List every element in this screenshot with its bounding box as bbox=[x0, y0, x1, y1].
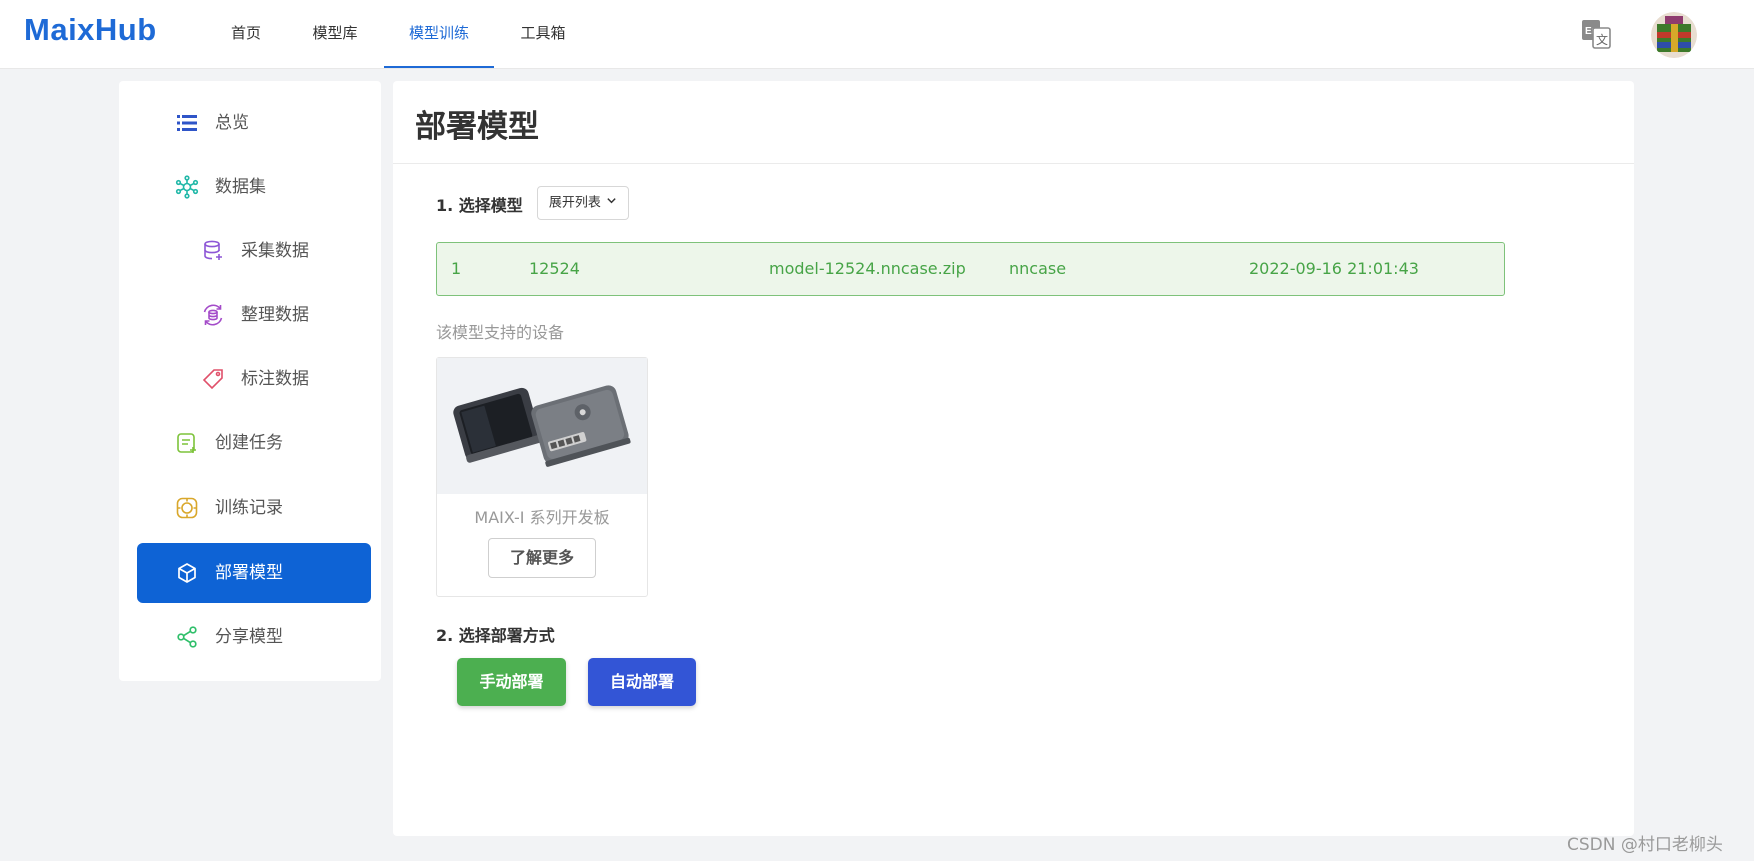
list-icon bbox=[175, 111, 199, 135]
device-card: MAIX-I 系列开发板 了解更多 bbox=[436, 357, 648, 597]
chevron-down-icon bbox=[606, 187, 617, 219]
nav-toolbox[interactable]: 工具箱 bbox=[515, 0, 571, 68]
nav-model-training[interactable]: 模型训练 bbox=[384, 0, 494, 68]
sidebar-item-label: 采集数据 bbox=[241, 241, 309, 261]
maixhub-logo[interactable]: MaixHub bbox=[24, 12, 157, 48]
sidebar-item-organize-data[interactable]: 整理数据 bbox=[137, 285, 371, 345]
page-title: 部署模型 bbox=[415, 109, 539, 145]
sidebar-item-label: 数据集 bbox=[215, 177, 266, 197]
sidebar-item-annotate-data[interactable]: 标注数据 bbox=[137, 349, 371, 409]
nav-model-library[interactable]: 模型库 bbox=[310, 0, 360, 68]
tag-icon bbox=[201, 367, 225, 391]
sidebar-item-label: 训练记录 bbox=[215, 498, 283, 518]
sidebar: 总览 数据集 采集数据 整理数据 标注数据 创建任务 训练记录 部署模型 分享模… bbox=[119, 81, 381, 681]
database-refresh-icon bbox=[201, 303, 225, 327]
model-format: nncase bbox=[1009, 259, 1067, 278]
model-file: model-12524.nncase.zip bbox=[769, 259, 966, 278]
cube-icon bbox=[175, 561, 199, 585]
sidebar-item-collect-data[interactable]: 采集数据 bbox=[137, 221, 371, 281]
top-navbar: MaixHub 首页 模型库 模型训练 工具箱 En 文 bbox=[0, 0, 1754, 69]
learn-more-button[interactable]: 了解更多 bbox=[488, 538, 596, 578]
translate-icon[interactable]: En 文 bbox=[1580, 18, 1612, 50]
model-row-selected[interactable]: 1 12524 model-12524.nncase.zip nncase 20… bbox=[436, 242, 1505, 296]
database-add-icon bbox=[201, 239, 225, 263]
expand-list-label: 展开列表 bbox=[548, 195, 601, 211]
sidebar-item-deploy-model[interactable]: 部署模型 bbox=[137, 543, 371, 603]
sidebar-item-label: 整理数据 bbox=[241, 305, 309, 325]
step1-label: 1. 选择模型 bbox=[436, 196, 523, 215]
svg-text:文: 文 bbox=[1596, 32, 1608, 47]
record-icon bbox=[175, 496, 199, 520]
supported-devices-label: 该模型支持的设备 bbox=[436, 323, 565, 342]
step2-label: 2. 选择部署方式 bbox=[436, 626, 555, 645]
nav-home[interactable]: 首页 bbox=[226, 0, 266, 68]
sidebar-item-label: 分享模型 bbox=[215, 627, 283, 647]
sidebar-item-create-task[interactable]: 创建任务 bbox=[137, 413, 371, 473]
sidebar-item-share-model[interactable]: 分享模型 bbox=[137, 607, 371, 667]
divider bbox=[393, 163, 1634, 164]
watermark: CSDN @村口老柳头 bbox=[1567, 835, 1723, 855]
sidebar-item-training-records[interactable]: 训练记录 bbox=[137, 478, 371, 538]
dataset-icon bbox=[175, 175, 199, 199]
device-name: MAIX-I 系列开发板 bbox=[474, 508, 610, 527]
model-id: 12524 bbox=[529, 259, 580, 278]
task-add-icon bbox=[175, 431, 199, 455]
device-image bbox=[437, 358, 647, 494]
sidebar-item-label: 创建任务 bbox=[215, 433, 283, 453]
sidebar-item-label: 部署模型 bbox=[215, 563, 283, 583]
model-time: 2022-09-16 21:01:43 bbox=[1249, 259, 1419, 278]
user-avatar[interactable] bbox=[1651, 12, 1697, 58]
manual-deploy-button[interactable]: 手动部署 bbox=[457, 658, 566, 706]
model-index: 1 bbox=[451, 259, 462, 278]
share-icon bbox=[175, 625, 199, 649]
main-panel: 部署模型 1. 选择模型 展开列表 1 12524 model-12524.nn… bbox=[393, 81, 1634, 836]
sidebar-item-overview[interactable]: 总览 bbox=[137, 93, 371, 153]
auto-deploy-button[interactable]: 自动部署 bbox=[588, 658, 696, 706]
sidebar-item-dataset[interactable]: 数据集 bbox=[137, 157, 371, 217]
expand-list-button[interactable]: 展开列表 bbox=[537, 186, 629, 220]
sidebar-item-label: 总览 bbox=[215, 113, 249, 133]
sidebar-item-label: 标注数据 bbox=[241, 369, 309, 389]
